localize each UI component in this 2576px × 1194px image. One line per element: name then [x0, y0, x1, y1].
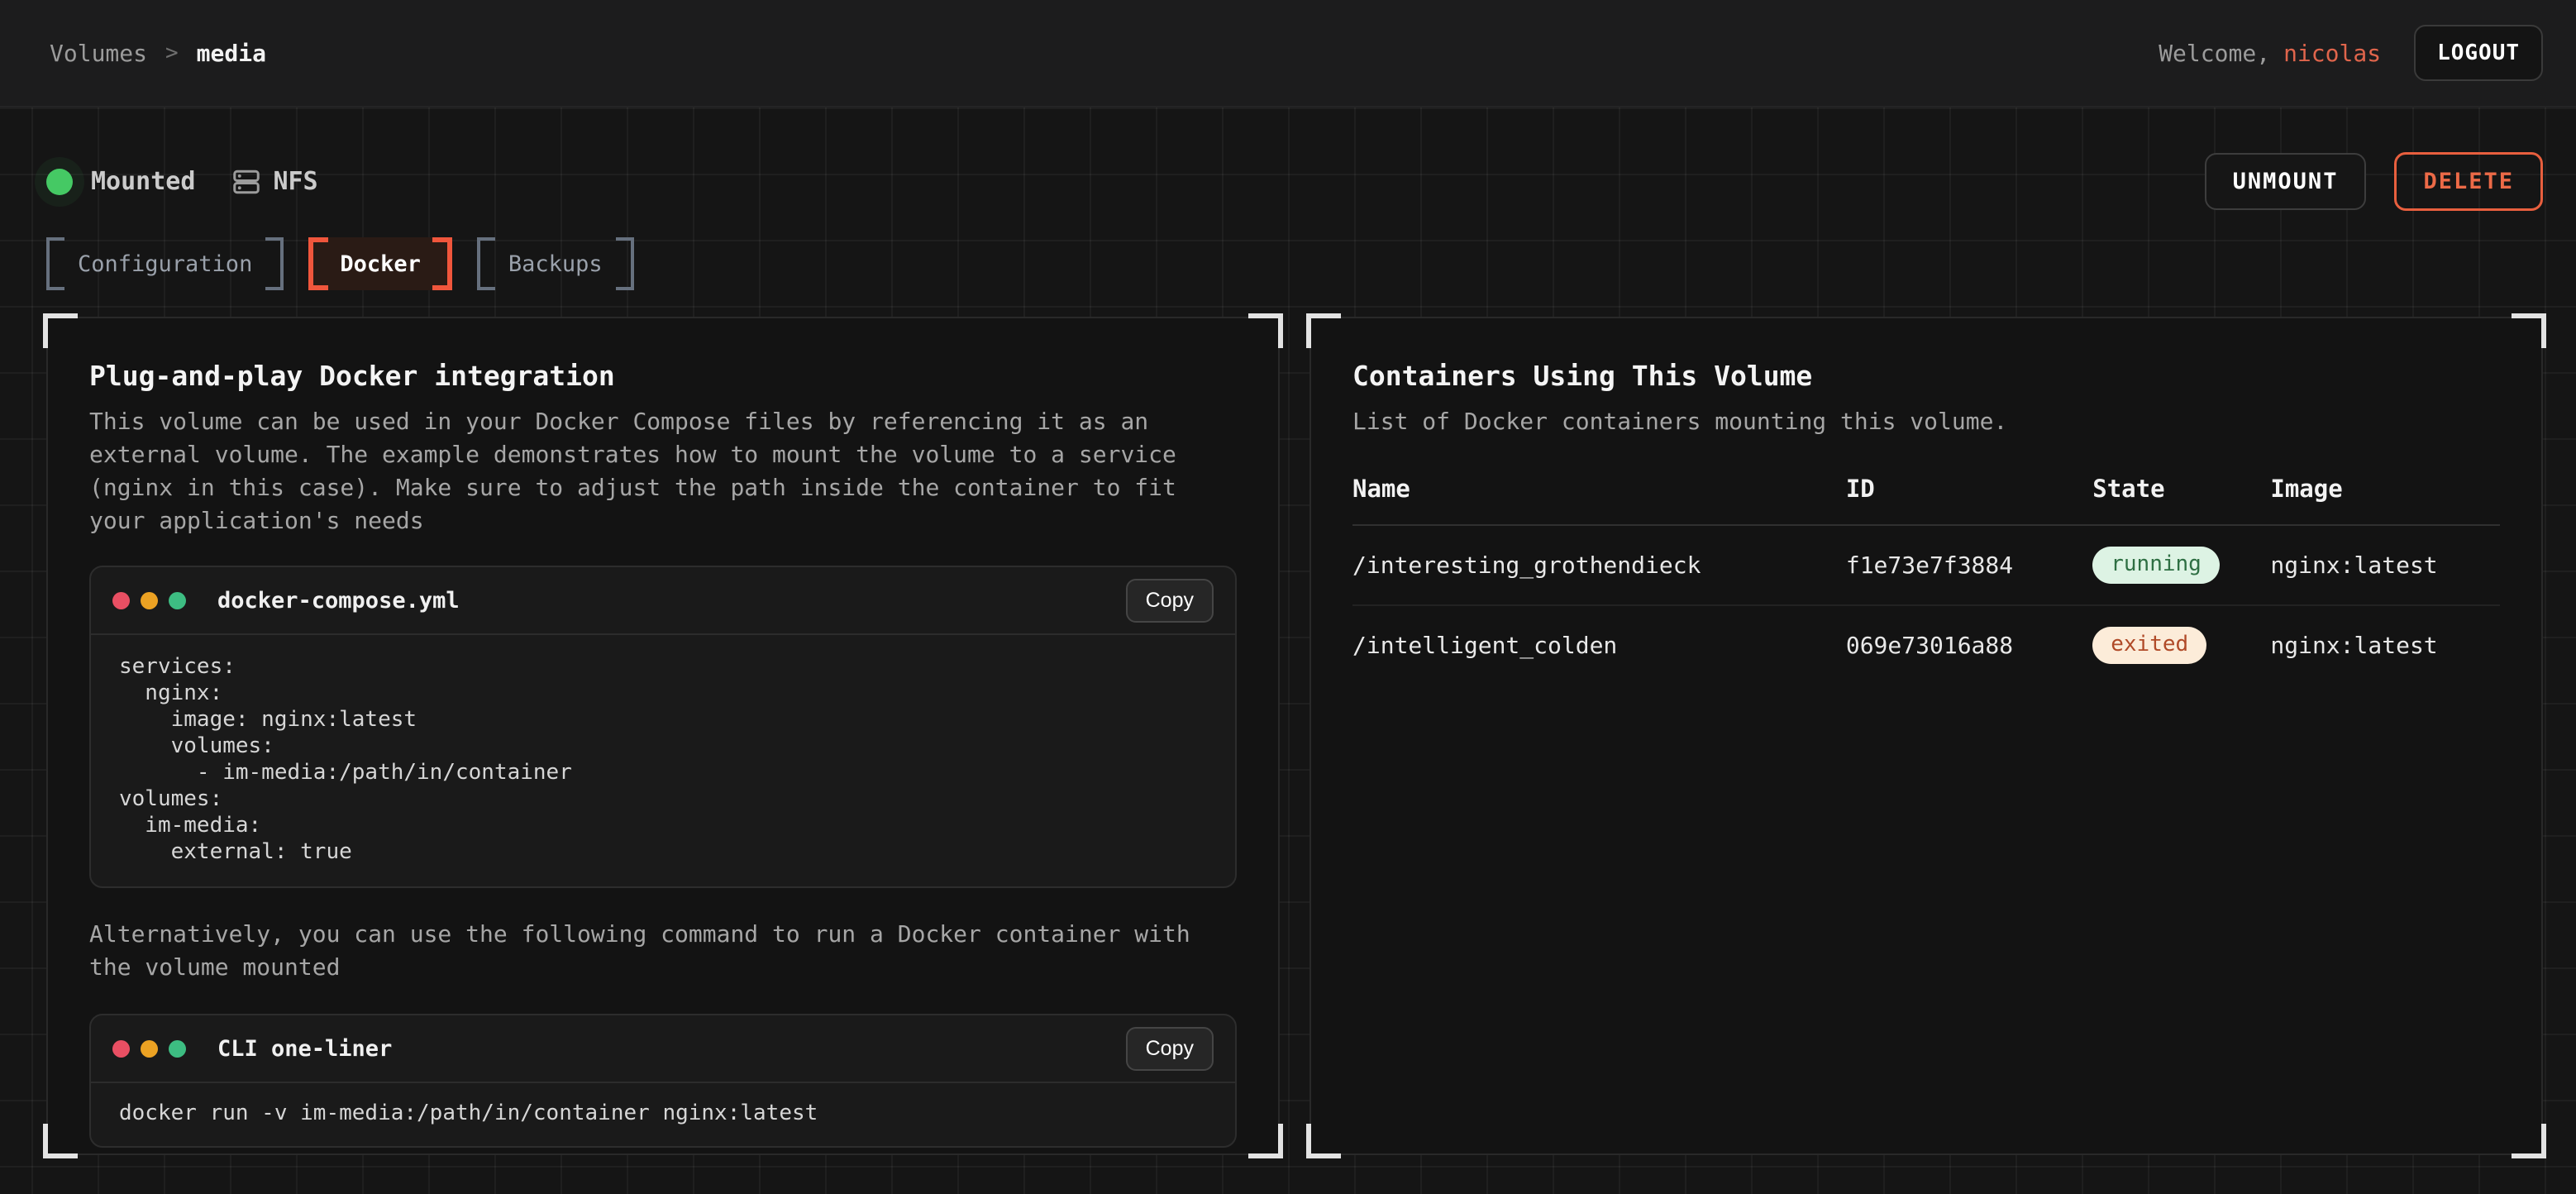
corner-bracket: [43, 313, 78, 348]
container-id: f1e73e7f3884: [1846, 525, 2092, 605]
traffic-light-red-icon: [112, 1040, 130, 1058]
corner-bracket: [2512, 1124, 2546, 1158]
cli-code-block: CLI one-liner Copy docker run -v im-medi…: [89, 1014, 1237, 1148]
volume-status: Mounted NFS: [46, 167, 318, 197]
column-header-id: ID: [1846, 475, 2092, 525]
traffic-light-red-icon: [112, 592, 130, 609]
containers-table: Name ID State Image /interesting_grothen…: [1352, 475, 2500, 685]
container-name: /interesting_grothendieck: [1352, 525, 1846, 605]
table-row: /intelligent_colden 069e73016a88 exited …: [1352, 605, 2500, 685]
panel-subtitle: List of Docker containers mounting this …: [1352, 405, 2500, 438]
container-name: /intelligent_colden: [1352, 605, 1846, 685]
corner-bracket: [1306, 313, 1341, 348]
cli-intro-text: Alternatively, you can use the following…: [89, 918, 1237, 984]
traffic-light-green-icon: [169, 1040, 186, 1058]
topbar: Volumes > media Welcome, nicolas LOGOUT: [0, 0, 2576, 107]
unmount-button[interactable]: UNMOUNT: [2205, 153, 2367, 210]
code-block-header: CLI one-liner Copy: [91, 1015, 1235, 1082]
copy-button[interactable]: Copy: [1126, 1027, 1214, 1071]
window-dots: [112, 592, 186, 609]
container-id: 069e73016a88: [1846, 605, 2092, 685]
status-badge: exited: [2092, 627, 2206, 664]
breadcrumb-volumes-link[interactable]: Volumes: [50, 40, 147, 67]
delete-button[interactable]: DELETE: [2394, 152, 2543, 211]
mounted-label: Mounted: [91, 167, 195, 196]
breadcrumb-separator-icon: >: [165, 41, 179, 65]
containers-panel: Containers Using This Volume List of Doc…: [1309, 317, 2543, 1155]
corner-bracket: [1248, 313, 1283, 348]
status-badge: running: [2092, 547, 2220, 584]
tab-docker[interactable]: Docker: [308, 237, 452, 290]
cli-code: docker run -v im-media:/path/in/containe…: [91, 1082, 1235, 1146]
compose-code: services: nginx: image: nginx:latest vol…: [91, 633, 1235, 886]
driver-label: NFS: [273, 167, 317, 196]
table-row: /interesting_grothendieck f1e73e7f3884 r…: [1352, 525, 2500, 605]
corner-bracket: [1248, 1124, 1283, 1158]
mounted-status-icon: [46, 169, 73, 195]
traffic-light-amber-icon: [141, 1040, 158, 1058]
panel-title: Containers Using This Volume: [1352, 360, 2500, 392]
compose-code-block: docker-compose.yml Copy services: nginx:…: [89, 566, 1237, 888]
code-filename: CLI one-liner: [217, 1036, 392, 1062]
corner-bracket: [2512, 313, 2546, 348]
username: nicolas: [2283, 40, 2381, 67]
column-header-state: State: [2092, 475, 2270, 525]
breadcrumb-current: media: [197, 40, 266, 67]
server-icon: [231, 167, 261, 197]
traffic-light-green-icon: [169, 592, 186, 609]
window-dots: [112, 1040, 186, 1058]
status-actions-row: Mounted NFS UNMOUNT DELETE: [46, 152, 2543, 211]
content-panels: Plug-and-play Docker integration This vo…: [46, 317, 2543, 1155]
copy-button[interactable]: Copy: [1126, 579, 1214, 623]
welcome-text: Welcome,: [2159, 40, 2270, 67]
table-header-row: Name ID State Image: [1352, 475, 2500, 525]
topbar-right: Welcome, nicolas LOGOUT: [2159, 25, 2543, 81]
tab-bar: Configuration Docker Backups: [46, 237, 2543, 290]
container-image: nginx:latest: [2270, 605, 2500, 685]
corner-bracket: [1306, 1124, 1341, 1158]
logout-button[interactable]: LOGOUT: [2414, 25, 2543, 81]
docker-integration-panel: Plug-and-play Docker integration This vo…: [46, 317, 1280, 1155]
volume-actions: UNMOUNT DELETE: [2205, 152, 2543, 211]
code-block-header: docker-compose.yml Copy: [91, 567, 1235, 633]
panel-title: Plug-and-play Docker integration: [89, 360, 1237, 392]
traffic-light-amber-icon: [141, 592, 158, 609]
tab-backups[interactable]: Backups: [477, 237, 634, 290]
driver-group: NFS: [231, 167, 317, 197]
panel-description: This volume can be used in your Docker C…: [89, 405, 1237, 537]
column-header-name: Name: [1352, 475, 1846, 525]
code-filename: docker-compose.yml: [217, 588, 460, 614]
tab-configuration[interactable]: Configuration: [46, 237, 284, 290]
breadcrumb: Volumes > media: [50, 40, 266, 67]
column-header-image: Image: [2270, 475, 2500, 525]
container-image: nginx:latest: [2270, 525, 2500, 605]
corner-bracket: [43, 1124, 78, 1158]
